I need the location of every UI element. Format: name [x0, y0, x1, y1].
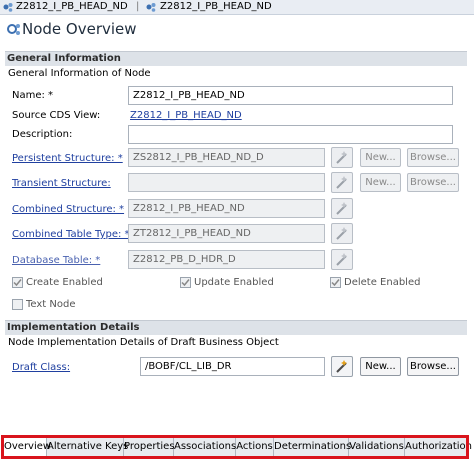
- breadcrumb-item[interactable]: Z2812_I_PB_HEAD_ND: [160, 0, 272, 14]
- create-enabled-checkbox[interactable]: [12, 277, 23, 288]
- tab-highlight-frame: [1, 435, 469, 459]
- node-icon: [3, 3, 13, 12]
- new-button[interactable]: New...: [360, 357, 401, 376]
- wand-button: [331, 198, 353, 219]
- combined-structure-link[interactable]: Combined Structure: *: [12, 204, 124, 216]
- new-button: New...: [360, 173, 401, 192]
- wand-icon: [336, 227, 347, 240]
- implementation-section-subtitle: Node Implementation Details of Draft Bus…: [8, 337, 279, 348]
- browse-button: Browse...: [407, 173, 459, 192]
- transient-structure-link[interactable]: Transient Structure:: [12, 178, 111, 190]
- delete-enabled-label: Delete Enabled: [344, 277, 421, 288]
- description-label: Description:: [12, 129, 73, 140]
- database-table-field: Z2812_PB_D_HDR_D: [128, 250, 325, 269]
- update-enabled-checkbox[interactable]: [180, 277, 191, 288]
- text-node-checkbox[interactable]: [12, 299, 23, 310]
- delete-enabled-checkbox[interactable]: [330, 277, 341, 288]
- name-label: Name: *: [12, 90, 54, 101]
- wand-button: [331, 249, 353, 270]
- source-cds-label: Source CDS View:: [12, 110, 101, 121]
- wand-button: [331, 223, 353, 244]
- wand-icon: [336, 151, 347, 164]
- implementation-section-title: Implementation Details: [7, 322, 140, 333]
- general-section-subtitle: General Information of Node: [8, 68, 151, 79]
- create-enabled-label: Create Enabled: [26, 277, 103, 288]
- node-overview-icon: [7, 24, 20, 35]
- new-button: New...: [360, 148, 401, 167]
- persistent-structure-link[interactable]: Persistent Structure: *: [12, 153, 123, 165]
- breadcrumb-item[interactable]: Z2812_I_PB_HEAD_ND: [16, 0, 128, 14]
- combined-structure-field: Z2812_I_PB_HEAD_ND: [128, 199, 325, 218]
- draft-class-link[interactable]: Draft Class:: [12, 362, 70, 374]
- transient-structure-field: [128, 173, 325, 192]
- draft-class-field[interactable]: /BOBF/CL_LIB_DR: [140, 357, 325, 376]
- check-icon: [13, 279, 22, 287]
- wand-button: [331, 172, 353, 193]
- wand-icon: [336, 253, 347, 266]
- database-table-link[interactable]: Database Table: *: [12, 255, 100, 267]
- page-title: Node Overview: [22, 20, 137, 38]
- combined-table-type-field: ZT2812_I_PB_HEAD_ND: [128, 224, 325, 243]
- browse-button[interactable]: Browse...: [407, 357, 459, 376]
- text-node-label: Text Node: [26, 299, 76, 310]
- description-field[interactable]: [128, 125, 453, 144]
- check-icon: [331, 279, 340, 287]
- node-icon: [146, 3, 156, 12]
- persistent-structure-field: ZS2812_I_PB_HEAD_ND_D: [128, 148, 325, 167]
- source-cds-link[interactable]: Z2812_I_PB_HEAD_ND: [130, 110, 242, 122]
- wand-icon: [336, 360, 347, 373]
- general-section-title: General Information: [7, 53, 121, 64]
- breadcrumb-separator: |: [136, 1, 140, 12]
- wand-icon: [336, 202, 347, 215]
- wand-icon: [336, 176, 347, 189]
- wand-button[interactable]: [331, 356, 353, 377]
- update-enabled-label: Update Enabled: [194, 277, 274, 288]
- check-icon: [181, 279, 190, 287]
- name-field[interactable]: Z2812_I_PB_HEAD_ND: [128, 86, 453, 105]
- wand-button: [331, 147, 353, 168]
- browse-button: Browse...: [407, 148, 459, 167]
- combined-table-type-link[interactable]: Combined Table Type: *: [12, 229, 130, 241]
